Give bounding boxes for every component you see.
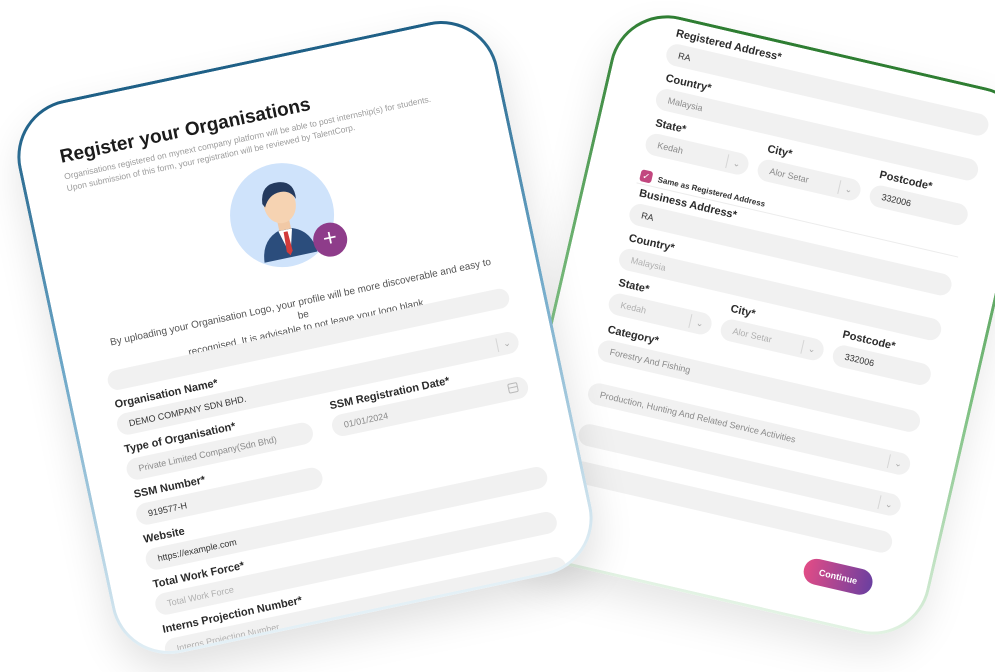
chevron-down-icon: ⌄: [725, 154, 742, 172]
business-state-label: State*: [617, 277, 651, 296]
city-value: Alor Setar: [768, 166, 810, 185]
continue-button[interactable]: Continue: [801, 556, 876, 598]
business-city-value: Alor Setar: [731, 325, 773, 345]
business-address-input[interactable]: RA: [627, 201, 954, 298]
person-avatar-icon: [230, 163, 335, 268]
calendar-icon[interactable]: [507, 381, 519, 394]
chevron-down-icon: ⌄: [688, 314, 706, 331]
state-select[interactable]: Kedah ⌄: [643, 131, 751, 177]
registered-address-input[interactable]: RA: [664, 42, 991, 138]
chevron-down-icon: ⌄: [877, 495, 895, 513]
business-city-label: City*: [729, 302, 757, 321]
chevron-down-icon: ⌄: [886, 454, 904, 472]
state-value: Kedah: [656, 140, 685, 156]
business-country-input[interactable]: Malaysia: [616, 246, 944, 343]
business-state-value: Kedah: [619, 300, 648, 316]
chevron-down-icon: ⌄: [837, 180, 855, 197]
business-city-select[interactable]: Alor Setar ⌄: [718, 317, 826, 363]
city-label: City*: [766, 143, 794, 161]
city-select[interactable]: Alor Setar ⌄: [755, 157, 863, 203]
register-organisation-form: Register your Organisations Organisation…: [10, 14, 600, 662]
state-label: State*: [654, 117, 688, 136]
category-value: Forestry And Fishing: [608, 346, 692, 376]
chevron-down-icon: ⌄: [800, 339, 818, 357]
chevron-down-icon: ⌄: [495, 335, 512, 353]
ssm-registration-date-value: 01/01/2024: [342, 410, 390, 430]
same-as-registered-checkbox[interactable]: ✓: [639, 169, 654, 184]
country-input[interactable]: Malaysia: [653, 86, 981, 183]
register-organisation-card: Register your Organisations Organisation…: [6, 10, 604, 665]
avatar[interactable]: +: [217, 150, 351, 280]
